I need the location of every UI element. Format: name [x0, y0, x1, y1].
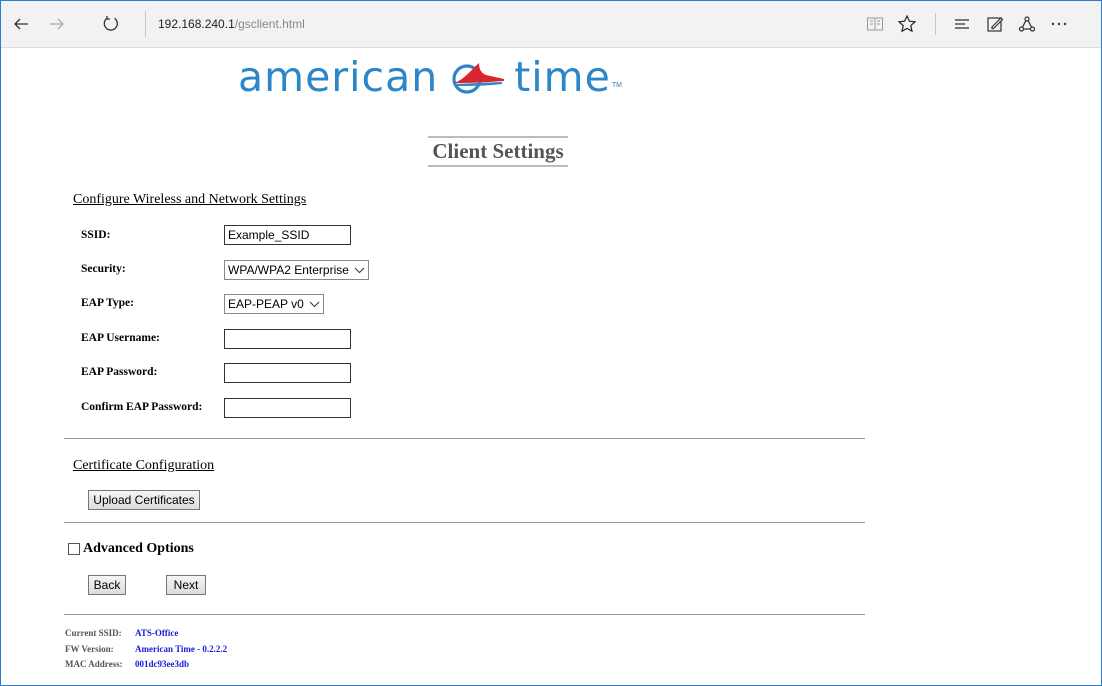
web-note-icon[interactable]: [982, 11, 1008, 37]
upload-certificates-button[interactable]: Upload Certificates: [88, 490, 200, 510]
advanced-options-toggle[interactable]: Advanced Options: [68, 541, 194, 557]
logo-trademark: TM: [611, 82, 622, 89]
eap-type-select-value: EAP-PEAP v0: [228, 297, 304, 311]
address-bar[interactable]: 192.168.240.1/gsclient.html: [145, 11, 846, 37]
divider: [64, 438, 865, 439]
eap-type-select[interactable]: EAP-PEAP v0: [224, 294, 324, 314]
refresh-icon[interactable]: [97, 10, 125, 38]
security-select-value: WPA/WPA2 Enterprise: [228, 263, 349, 277]
certificate-section-title: Certificate Configuration: [73, 458, 215, 473]
advanced-options-checkbox[interactable]: [68, 543, 80, 555]
current-ssid-label: Current SSID:: [65, 628, 122, 638]
security-select[interactable]: WPA/WPA2 Enterprise: [224, 260, 369, 280]
eap-password-label: EAP Password:: [81, 366, 158, 378]
logo-word-american: american: [238, 53, 439, 101]
mac-address-label: MAC Address:: [65, 659, 123, 669]
divider: [64, 614, 865, 615]
eap-username-input[interactable]: [224, 329, 351, 349]
current-ssid-value: ATS-Office: [135, 628, 179, 638]
toolbar-separator: [935, 13, 936, 35]
url-host: 192.168.240.1: [158, 17, 235, 31]
wireless-section-title: Configure Wireless and Network Settings: [73, 192, 307, 207]
fw-version-value: American Time - 0.2.2.2: [135, 644, 228, 654]
ssid-label: SSID:: [81, 229, 111, 241]
american-time-logo: american time TM: [238, 55, 622, 99]
page-title: Client Settings: [428, 136, 568, 167]
mac-address-value: 001dc93ee3db: [135, 659, 189, 669]
advanced-options-label: Advanced Options: [83, 541, 194, 556]
more-icon[interactable]: [1046, 11, 1072, 37]
url-path: /gsclient.html: [234, 17, 305, 31]
eap-username-label: EAP Username:: [81, 332, 160, 344]
browser-toolbar: 192.168.240.1/gsclient.html: [1, 1, 1101, 48]
security-label: Security:: [81, 263, 126, 275]
share-icon[interactable]: [1014, 11, 1040, 37]
hub-icon[interactable]: [949, 11, 975, 37]
chevron-down-icon: [309, 301, 320, 308]
reading-view-icon[interactable]: [862, 11, 888, 37]
fw-version-label: FW Version:: [65, 644, 114, 654]
forward-icon[interactable]: [43, 10, 71, 38]
favorite-star-icon[interactable]: [894, 11, 920, 37]
ssid-input[interactable]: Example_SSID: [224, 225, 351, 245]
eap-password-input[interactable]: [224, 363, 351, 383]
next-button[interactable]: Next: [166, 575, 206, 595]
logo-word-time: time: [514, 53, 611, 101]
chevron-down-icon: [354, 267, 365, 274]
confirm-eap-password-input[interactable]: [224, 398, 351, 418]
eap-type-label: EAP Type:: [81, 297, 134, 309]
clock-emblem-icon: [452, 63, 505, 94]
divider: [64, 522, 865, 523]
back-button[interactable]: Back: [88, 575, 126, 595]
back-icon[interactable]: [7, 10, 35, 38]
confirm-eap-password-label: Confirm EAP Password:: [81, 401, 203, 413]
